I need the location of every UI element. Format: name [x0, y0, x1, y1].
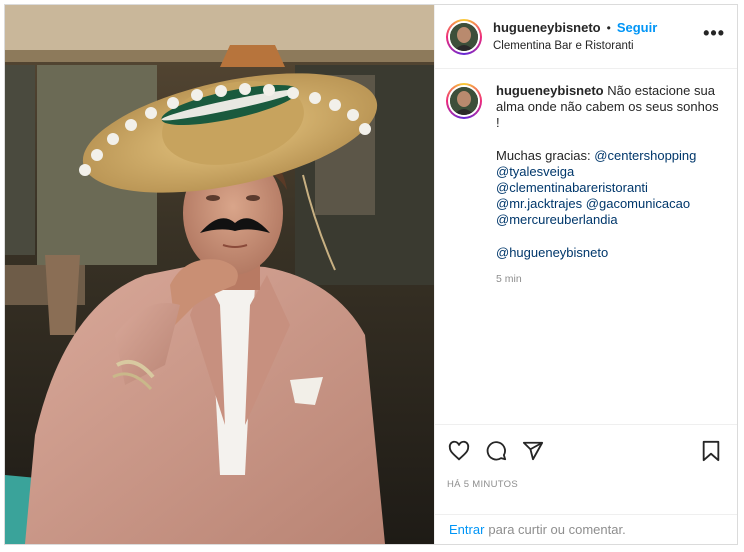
follow-button[interactable]: Seguir [617, 20, 657, 36]
avatar-image [450, 22, 478, 51]
post-header: hugueneybisneto • Seguir Clementina Bar … [435, 5, 737, 69]
login-link[interactable]: Entrar [449, 522, 484, 537]
signature-mention[interactable]: @hugueneybisneto [496, 245, 608, 261]
mention-link[interactable]: @tyalesveiga [496, 164, 574, 180]
username-link[interactable]: hugueneybisneto [493, 20, 601, 36]
caption-body: hugueneybisneto Não estacione sua alma o… [496, 83, 722, 287]
bookmark-icon[interactable] [699, 439, 723, 463]
comments-area: hugueneybisneto Não estacione sua alma o… [435, 69, 737, 424]
mention-link[interactable]: @clementinabareristoranti [496, 180, 648, 196]
login-text: para curtir ou comentar. [488, 522, 626, 537]
post-container: hugueneybisneto • Seguir Clementina Bar … [4, 4, 738, 545]
post-photo[interactable] [5, 5, 434, 544]
more-options-icon[interactable]: ••• [703, 23, 725, 44]
login-prompt: Entrar para curtir ou comentar. [435, 514, 737, 544]
caption-time: 5 min [496, 272, 522, 285]
avatar-image [450, 87, 478, 115]
post-image [5, 5, 434, 544]
heart-icon[interactable] [447, 439, 471, 463]
caption: hugueneybisneto Não estacione sua alma o… [446, 83, 725, 287]
thanks-text: Muchas gracias: [496, 147, 591, 163]
posted-time: HÁ 5 MINUTOS [447, 479, 518, 490]
header-text: hugueneybisneto • Seguir Clementina Bar … [493, 20, 703, 54]
actions-bar: HÁ 5 MINUTOS [435, 424, 737, 514]
caption-avatar[interactable] [446, 83, 482, 119]
avatar[interactable] [446, 18, 482, 55]
mention-link[interactable]: @mercureuberlandia [496, 212, 618, 228]
location-link[interactable]: Clementina Bar e Ristoranti [493, 38, 703, 54]
separator-dot: • [606, 20, 611, 35]
mention-link[interactable]: @centershopping [594, 148, 696, 164]
mention-link[interactable]: @gacomunicacao [586, 196, 690, 212]
share-icon[interactable] [521, 439, 545, 463]
mention-link[interactable]: @mr.jacktrajes [496, 196, 582, 212]
comment-icon[interactable] [484, 439, 508, 463]
caption-username[interactable]: hugueneybisneto [496, 83, 604, 98]
post-sidebar: hugueneybisneto • Seguir Clementina Bar … [434, 5, 737, 544]
